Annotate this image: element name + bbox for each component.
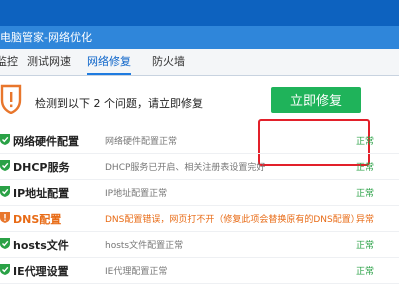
problem-summary: 检测到以下 2 个问题，请立即修复 [35, 97, 203, 110]
item-description: IE代理配置正常 [105, 267, 168, 277]
warning-shield-icon [0, 84, 22, 114]
item-description: DHCP服务已开启、相关注册表设置完好 [105, 163, 266, 173]
app-window: 电脑管家-网络优化 监控 测试网速 网络修复 防火墙 检测到以下 2 个问题，请… [0, 26, 399, 300]
ok-shield-icon [0, 134, 10, 145]
tab-speed-test[interactable]: 测试网速 [27, 49, 71, 75]
item-name: hosts文件 [13, 239, 69, 252]
problem-banner: 检测到以下 2 个问题，请立即修复 立即修复 [0, 76, 399, 166]
item-status: 正常 [356, 137, 375, 147]
fix-now-button[interactable]: 立即修复 [271, 87, 361, 113]
ok-shield-icon [0, 238, 10, 249]
window-title: 电脑管家-网络优化 [0, 31, 92, 44]
item-name: 网络硬件配置 [13, 135, 79, 148]
list-item: DNS配置 DNS配置错误，网页打不开（修复此项会替换原有的DNS配置） 异常 [0, 205, 399, 232]
item-status: 异常 [356, 215, 375, 225]
desktop-background [0, 0, 399, 26]
item-name: DNS配置 [13, 213, 62, 226]
item-status: 正常 [356, 163, 375, 173]
item-description: hosts文件配置正常 [105, 241, 184, 251]
ok-shield-icon [0, 264, 10, 275]
title-bar: 电脑管家-网络优化 [0, 26, 399, 49]
item-status: 正常 [356, 241, 375, 251]
item-description: IP地址配置正常 [105, 189, 168, 199]
item-status: 正常 [356, 267, 375, 277]
ok-shield-icon [0, 186, 10, 197]
item-name: IE代理设置 [13, 265, 69, 278]
item-status: 正常 [356, 189, 375, 199]
tab-firewall[interactable]: 防火墙 [152, 49, 185, 75]
tab-network-repair[interactable]: 网络修复 [87, 49, 131, 75]
tab-bar: 监控 测试网速 网络修复 防火墙 [0, 49, 399, 76]
item-name: DHCP服务 [13, 161, 70, 174]
list-item: 网络硬件配置 网络硬件配置正常 正常 [0, 127, 399, 154]
list-item: DHCP服务 DHCP服务已开启、相关注册表设置完好 正常 [0, 153, 399, 180]
tab-monitor[interactable]: 监控 [0, 49, 18, 75]
item-name: IP地址配置 [13, 187, 70, 200]
list-item: hosts文件 hosts文件配置正常 正常 [0, 231, 399, 258]
list-item: IE代理设置 IE代理配置正常 正常 [0, 257, 399, 284]
item-description: 网络硬件配置正常 [105, 137, 178, 147]
ok-shield-icon [0, 160, 10, 171]
item-description: DNS配置错误，网页打不开（修复此项会替换原有的DNS配置） [105, 215, 360, 225]
list-item: IP地址配置 IP地址配置正常 正常 [0, 179, 399, 206]
warning-shield-icon [0, 212, 10, 223]
